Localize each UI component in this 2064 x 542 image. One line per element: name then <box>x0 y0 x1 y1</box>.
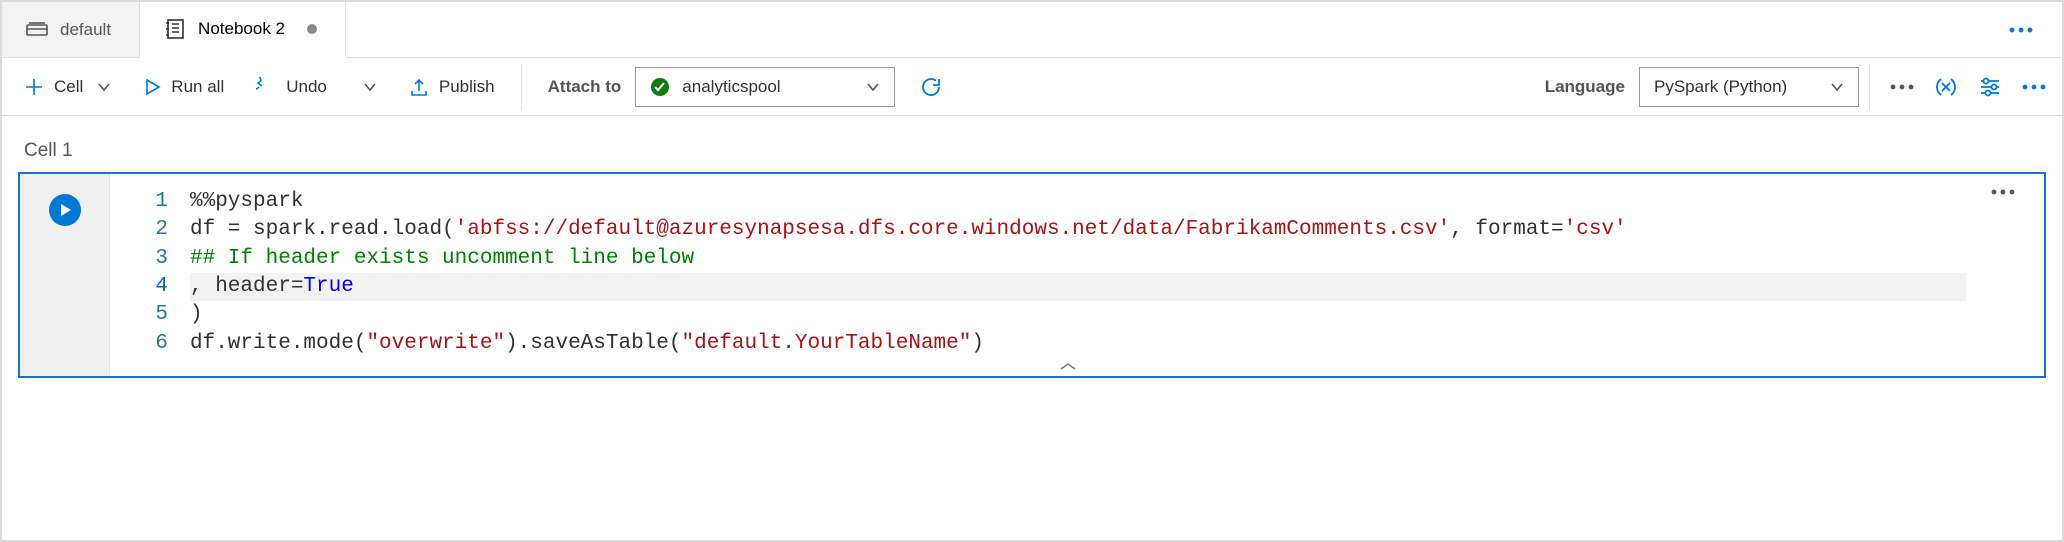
separator <box>1869 64 1870 110</box>
upload-icon <box>409 77 429 97</box>
add-cell-button[interactable]: Cell <box>8 58 127 115</box>
variables-button[interactable] <box>1924 58 1968 115</box>
chevron-down-icon <box>97 80 111 94</box>
language-select[interactable]: PySpark (Python) <box>1639 67 1859 107</box>
chevron-down-icon <box>1830 80 1844 94</box>
publish-button[interactable]: Publish <box>393 58 511 115</box>
line-number: 3 <box>110 245 190 273</box>
code-editor[interactable]: 1%%pyspark2df = spark.read.load('abfss:/… <box>110 188 2026 376</box>
tab-label: Notebook 2 <box>198 19 285 39</box>
button-label: Publish <box>439 77 495 97</box>
button-label: Undo <box>286 77 327 97</box>
select-value: analyticspool <box>682 77 854 97</box>
cell-resize-handle[interactable] <box>110 358 2026 376</box>
notebook-icon <box>164 18 186 40</box>
line-number: 4 <box>110 273 190 301</box>
code-line[interactable]: ## If header exists uncomment line below <box>190 245 2026 273</box>
code-line[interactable]: df.write.mode("overwrite").saveAsTable("… <box>190 330 2026 358</box>
plus-icon <box>24 77 44 97</box>
refresh-session-button[interactable] <box>909 58 953 115</box>
more-actions-button[interactable] <box>1880 58 1924 115</box>
run-cell-button[interactable] <box>49 194 81 226</box>
button-label: Run all <box>171 77 224 97</box>
cell-gutter <box>20 174 110 376</box>
status-ok-icon <box>650 77 670 97</box>
play-icon <box>58 203 72 217</box>
code-line[interactable]: df = spark.read.load('abfss://default@az… <box>190 216 2026 244</box>
sliders-icon <box>1978 75 2002 99</box>
unsaved-dot-icon <box>307 24 317 34</box>
cell-more-button[interactable] <box>1990 188 2016 196</box>
more-icon <box>1889 83 1915 91</box>
undo-icon <box>256 77 276 97</box>
separator <box>521 64 522 110</box>
code-line[interactable]: , header=True <box>190 273 1966 301</box>
code-line[interactable]: ) <box>190 301 2026 329</box>
notebook-toolbar: Cell Run all Undo Publish <box>2 58 2062 116</box>
cell-title: Cell 1 <box>24 140 2046 162</box>
storage-icon <box>26 21 48 39</box>
editor-area: Cell 1 1%%pyspark2df = spark.read.load('… <box>2 116 2062 382</box>
chevron-down-icon <box>866 80 880 94</box>
tab-label: default <box>60 20 111 40</box>
line-number: 5 <box>110 301 190 329</box>
cell-body[interactable]: 1%%pyspark2df = spark.read.load('abfss:/… <box>110 174 2044 376</box>
undo-dropdown-button[interactable] <box>343 58 393 115</box>
undo-button[interactable]: Undo <box>240 58 343 115</box>
more-icon <box>2021 83 2047 91</box>
tab-notebook[interactable]: Notebook 2 <box>140 2 346 58</box>
code-line[interactable]: %%pyspark <box>190 188 2026 216</box>
line-number: 6 <box>110 330 190 358</box>
refresh-icon <box>919 75 943 99</box>
line-number: 1 <box>110 188 190 216</box>
overflow-button[interactable] <box>2012 58 2056 115</box>
language-label: Language <box>1529 77 1639 97</box>
tab-sqlscript[interactable]: default <box>2 2 140 57</box>
line-number: 2 <box>110 216 190 244</box>
run-all-button[interactable]: Run all <box>127 58 240 115</box>
tab-strip: default Notebook 2 <box>2 2 2062 58</box>
settings-button[interactable] <box>1968 58 2012 115</box>
select-value: PySpark (Python) <box>1654 77 1818 97</box>
play-icon <box>143 78 161 96</box>
button-label: Cell <box>54 77 83 97</box>
attach-to-label: Attach to <box>532 77 636 97</box>
chevron-down-icon <box>363 80 377 94</box>
tab-overflow-button[interactable] <box>1980 2 2062 57</box>
code-cell: 1%%pyspark2df = spark.read.load('abfss:/… <box>18 172 2046 378</box>
variables-icon <box>1934 75 1958 99</box>
attach-to-select[interactable]: analyticspool <box>635 67 895 107</box>
